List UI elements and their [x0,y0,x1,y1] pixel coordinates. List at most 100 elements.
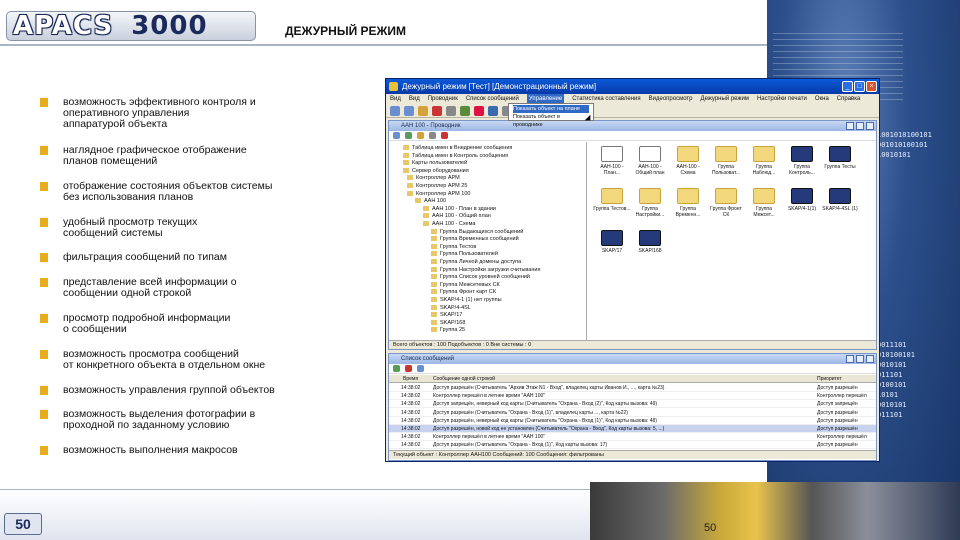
explorer-object[interactable]: Группа Настройки... [631,188,669,220]
close-button[interactable] [866,355,874,363]
column-message[interactable]: Сообщение одной строкой [433,375,495,383]
menu-item[interactable]: Проводник [428,94,458,104]
message-row[interactable]: 14:38:02 Доступ разрешён, неверный код ка… [389,417,876,425]
forward-icon[interactable] [404,106,414,116]
bullet-square-icon [40,314,48,323]
tree-node-icon [431,319,437,325]
filter-icon[interactable] [393,365,400,372]
folder-icon [715,146,737,162]
explorer-object[interactable]: SKAP/4-1(1) [783,188,821,220]
minimize-button[interactable] [846,355,854,363]
binary-decoration: 0011101 010100101 0010101 011101 0100101… [877,341,915,419]
details-icon[interactable] [417,365,424,372]
explorer-object[interactable]: ААН-100 - Схема [669,146,707,178]
explorer-object-label: ААН-100 - Схема [676,164,700,176]
back-icon[interactable] [390,106,400,116]
menu-item[interactable]: Вид [409,94,420,104]
tree-node-icon [431,243,437,249]
delete-icon[interactable] [441,132,448,139]
tree-item[interactable]: Группа 25 [431,326,465,334]
print-icon[interactable] [446,106,456,116]
message-row[interactable]: 14:38:02 Доступ разрешён (Считыватель "Ох… [389,409,876,417]
explorer-object-label: Группа Настройки... [635,206,665,218]
explorer-object-label: Группа Тесты [824,164,856,170]
menu-item[interactable]: Справка [837,94,861,104]
dev-icon [791,188,813,204]
message-text: Доступ разрешён, неверный код карты (Счи… [433,417,657,424]
tree-node-icon [403,160,409,166]
app-icon [389,82,398,91]
explorer-object[interactable]: Группа Фронт СК [707,188,745,220]
dev-icon [791,146,813,162]
tree-item-label: Таблица имен в Внедрение сообщения [412,145,513,151]
minimize-button[interactable] [846,122,854,130]
bullet-square-icon [40,253,48,262]
explorer-title: ААН 100 - Проводник [401,123,461,129]
explorer-object-label: SKAP/168 [638,248,662,254]
message-priority: Доступ разрешён [817,385,858,391]
menu-bar: Вид Вид Проводник Список сообщений Управлени… [386,94,879,104]
column-priority[interactable]: Приоритет [817,375,842,383]
explorer-object[interactable]: Группа Наблюд... [745,146,783,178]
message-row[interactable]: 14:38:02 Контроллер перешёл в летнее врем… [389,433,876,442]
stop-icon[interactable] [405,365,412,372]
explorer-status: Всего объектов : 100 Подобъектов : 0 Вне… [389,340,876,349]
tree-item-label: SKAP/4-1 (1) нет группы [440,297,502,303]
message-time: 14:38:02 [401,434,421,441]
tree-node-icon [407,190,413,196]
menu-item[interactable]: Настройки печати [757,94,807,104]
explorer-object[interactable]: Группа Контроль... [783,146,821,178]
explorer-object[interactable]: Группа Тестов... [593,188,631,220]
folder-icon[interactable] [418,106,428,116]
message-row[interactable]: 14:38:02 Доступ запрещён, неверный код ка… [389,400,876,409]
menu-item[interactable]: Вид [390,94,401,104]
menu-item[interactable]: Видеопросмотр [649,94,693,104]
message-text: Контроллер перешёл в летнее время "ААН 1… [433,393,546,400]
tree-item-label: SKAP/4-4SL [440,304,471,311]
bullet-square-icon [40,278,48,287]
folder-icon[interactable] [417,132,424,139]
explorer-object[interactable]: Группа Межсет... [745,188,783,220]
maximize-button[interactable] [856,355,864,363]
menu-item[interactable]: Окна [815,94,829,104]
message-text: Доступ разрешён (Считыватель "Охрана - В… [433,442,608,449]
alarm-icon[interactable] [474,106,484,116]
explorer-object[interactable]: Группа Тесты [821,146,859,178]
tree-item-label: Группа Пользователей [440,251,498,258]
refresh-icon[interactable] [405,132,412,139]
tree-item-label: Группа Личной домены доступа [440,259,522,265]
menu-item-show-in-explorer[interactable]: Показать объект в проводнике [513,113,589,129]
bullet-square-icon [40,350,48,359]
minimize-button[interactable]: _ [842,81,853,92]
column-time[interactable]: Время [403,375,418,383]
message-row[interactable]: 14:38:02 Доступ разрешён (Считыватель "Ар… [389,384,876,392]
explorer-object-label: Группа Контроль... [789,164,815,176]
plan-icon[interactable] [460,106,470,116]
list-icon[interactable] [488,106,498,116]
explorer-toolbar [389,131,876,141]
close-button[interactable] [866,122,874,130]
view-icon[interactable] [429,132,436,139]
close-button[interactable]: × [866,81,877,92]
message-row[interactable]: 14:38:02 Контроллер перешёл в летнее врем… [389,392,876,401]
explorer-object[interactable]: Группа Временн... [669,188,707,220]
explorer-object[interactable]: ААН-100 - Общий план [631,146,669,178]
explorer-object[interactable]: ААН-100 - План... [593,146,631,178]
tree-node-icon [431,312,437,318]
explorer-object[interactable]: SKAP/168 [631,230,669,262]
up-icon[interactable] [393,132,400,139]
maximize-button[interactable]: □ [854,81,865,92]
explorer-object[interactable]: SKAP/17 [593,230,631,262]
message-row[interactable]: 14:38:02 Доступ разрешён (Считыватель "Ох… [389,441,876,450]
message-time: 14:38:02 [401,393,421,400]
explorer-titlebar: ААН 100 - Проводник [389,121,876,131]
explorer-object-label: ААН-100 - План... [600,164,624,176]
menu-item[interactable]: Дежурный режим [701,94,749,104]
message-row[interactable]: 14:38:02 Доступ разрешён, новой код не ус… [389,425,876,433]
tree-node-icon [423,205,429,211]
explorer-object[interactable]: SKAP/4-4SL (1) [821,188,859,220]
menu-item-show-on-plan[interactable]: Показать объект на плане [513,105,589,113]
explorer-object[interactable]: Группа Пользоват... [707,146,745,178]
key-icon[interactable] [432,106,442,116]
maximize-button[interactable] [856,122,864,130]
